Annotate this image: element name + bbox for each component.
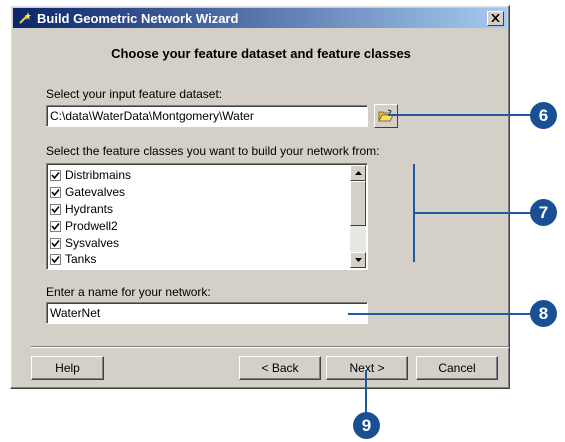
callout-7: 7 — [530, 199, 557, 226]
window-title: Build Geometric Network Wizard — [37, 10, 239, 26]
callout-9: 9 — [353, 412, 380, 439]
list-item-label: Sysvalves — [65, 236, 120, 250]
wizard-icon — [17, 10, 33, 26]
list-item-label: Tanks — [65, 252, 97, 266]
list-item[interactable]: Distribmains — [50, 167, 131, 183]
network-name-label: Enter a name for your network: — [46, 285, 211, 299]
checkbox[interactable] — [50, 237, 61, 249]
list-item-label: Prodwell2 — [65, 219, 118, 233]
list-scrollbar[interactable] — [350, 165, 366, 268]
feature-classes-list[interactable]: Distribmains Gatevalves Hydrants Prodwel… — [46, 163, 368, 270]
checkbox[interactable] — [50, 253, 61, 265]
callout-line-9 — [365, 370, 367, 413]
page-heading: Choose your feature dataset and feature … — [111, 46, 411, 61]
checkbox[interactable] — [50, 220, 61, 232]
dataset-path-input[interactable]: C:\data\WaterData\Montgomery\Water — [46, 105, 368, 127]
scroll-down-button[interactable] — [350, 252, 366, 268]
back-button[interactable]: < Back — [239, 356, 321, 380]
browse-button[interactable] — [374, 104, 398, 128]
help-button[interactable]: Help — [31, 356, 104, 380]
list-item[interactable]: Hydrants — [50, 201, 113, 217]
feature-classes-label: Select the feature classes you want to b… — [46, 144, 380, 158]
close-icon — [491, 14, 500, 22]
arrow-down-icon — [354, 258, 362, 262]
list-item[interactable]: Sysvalves — [50, 235, 119, 251]
list-item-label: Hydrants — [65, 202, 114, 216]
checkbox[interactable] — [50, 203, 61, 215]
network-name-input[interactable]: WaterNet — [46, 302, 368, 324]
arrow-up-icon — [354, 171, 362, 175]
callout-line-7 — [414, 212, 531, 214]
checkbox[interactable] — [50, 186, 61, 198]
callout-8: 8 — [530, 300, 557, 327]
close-button[interactable] — [487, 10, 504, 26]
list-item-label: Distribmains — [65, 168, 132, 182]
list-item[interactable]: Gatevalves — [50, 184, 125, 200]
scroll-thumb[interactable] — [350, 181, 366, 226]
divider — [31, 346, 509, 348]
list-item[interactable]: Tanks — [50, 251, 96, 267]
callout-6: 6 — [530, 102, 557, 129]
list-item-label: Gatevalves — [65, 185, 126, 199]
scroll-up-button[interactable] — [350, 165, 366, 181]
dataset-label: Select your input feature dataset: — [46, 87, 223, 101]
next-button[interactable]: Next > — [326, 356, 408, 380]
title-bar[interactable]: Build Geometric Network Wizard — [13, 8, 507, 28]
open-folder-icon — [378, 109, 394, 122]
callout-line-8 — [348, 313, 531, 315]
cancel-button[interactable]: Cancel — [416, 356, 498, 380]
checkbox[interactable] — [50, 169, 61, 181]
list-item[interactable]: Prodwell2 — [50, 218, 118, 234]
callout-line-6 — [388, 114, 531, 116]
wizard-dialog: Build Geometric Network Wizard Choose yo… — [10, 5, 510, 389]
